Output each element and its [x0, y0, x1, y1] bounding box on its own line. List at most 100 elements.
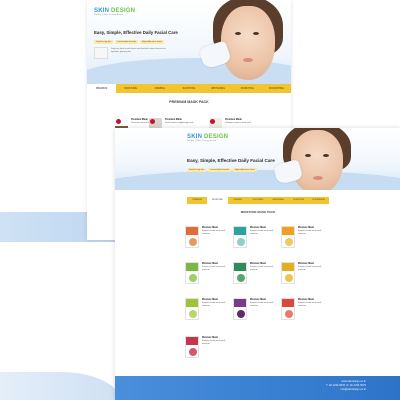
- page-moisture: SKIN DESIGN Simply | Skin Caring Brand E…: [115, 128, 400, 400]
- brand-logo[interactable]: SKIN DESIGN Simply | Skin Caring Brand: [94, 8, 135, 16]
- product-name: Premium Mask: [131, 118, 148, 121]
- lips: [313, 176, 323, 180]
- tab-premium[interactable]: PREMIUM: [87, 84, 117, 93]
- tab-premium[interactable]: PREMIUM: [187, 197, 208, 204]
- tab-nourishing[interactable]: NOURISHING: [261, 84, 291, 93]
- tab-moisture[interactable]: MOISTURE: [116, 84, 146, 93]
- product-info: Moisture Mask Essence facial mask pack, m…: [202, 337, 232, 346]
- hero-description: Daily-use facial mask sheets enriched wi…: [111, 48, 166, 53]
- pack-art: [189, 310, 197, 318]
- product-pack-image: [233, 226, 247, 248]
- pack-badge: [150, 119, 155, 124]
- pack-art: [237, 274, 245, 282]
- pack-badge: [116, 119, 121, 124]
- product-info: Moisture Mask Essence facial mask pack, m…: [250, 299, 280, 308]
- product-info: Moisture Mask Essence facial mask pack, m…: [250, 227, 280, 236]
- hero-pills: Good for dry skin Low-irritation formula…: [187, 168, 257, 172]
- tab-firming[interactable]: FIRMING: [145, 84, 175, 93]
- face: [221, 6, 275, 80]
- brand-logo[interactable]: SKIN DESIGN Simply | Skin Caring Brand: [187, 134, 228, 142]
- pack-band: [282, 299, 294, 307]
- product-card[interactable]: Moisture Mask Essence facial mask pack, m…: [233, 262, 279, 286]
- product-pack-image: [281, 226, 295, 248]
- hero-pill: Low-irritation formula: [208, 168, 231, 172]
- product-name: Premium Mask: [165, 118, 182, 121]
- product-card[interactable]: Moisture Mask Essence facial mask pack, m…: [185, 336, 231, 360]
- pack-art: [237, 310, 245, 318]
- tab-moisture[interactable]: MOISTURE: [207, 197, 228, 204]
- product-desc: Pearl essence brightening mask: [165, 122, 194, 124]
- pack-band: [186, 263, 198, 271]
- product-info: Moisture Mask Essence facial mask pack, m…: [202, 299, 232, 308]
- hero-pill: Low-irritation formula: [115, 40, 138, 44]
- pack-art: [237, 238, 245, 246]
- viewport: SKIN DESIGN Simply | Skin Caring Brand E…: [0, 0, 400, 400]
- product-pack-image: [185, 298, 199, 320]
- logo-tagline: Simply | Skin Caring Brand: [187, 140, 217, 142]
- model-face-image: [272, 128, 357, 190]
- site-footer: www.skindesign.co.kr T. 02-1234-5678 | F…: [115, 376, 400, 400]
- background-wave-bottom: [0, 372, 120, 400]
- section-title: PREMIUM MASK PACK: [169, 100, 209, 104]
- pack-band: [186, 227, 198, 235]
- product-card[interactable]: Moisture Mask Essence facial mask pack, m…: [281, 262, 327, 286]
- category-nav: PREMIUM MOISTURE FIRMING SOOTHING WHITEN…: [87, 84, 291, 93]
- pack-band: [282, 263, 294, 271]
- pack-art: [285, 274, 293, 282]
- product-desc: Essence facial mask pack, moisture: [202, 230, 226, 235]
- product-desc: Essence facial mask pack, moisture: [202, 302, 226, 307]
- product-card[interactable]: Moisture Mask Essence facial mask pack, m…: [281, 226, 327, 250]
- product-thumb: [94, 47, 108, 59]
- footer-email[interactable]: info@skindesign.co.kr: [326, 388, 366, 392]
- tab-soothing[interactable]: SOOTHING: [174, 84, 204, 93]
- model-face-image: [198, 0, 291, 90]
- tab-purifying[interactable]: PURIFYING: [288, 197, 309, 204]
- product-desc: Essence facial mask pack, moisture: [298, 230, 322, 235]
- tab-whitening[interactable]: WHITENING: [203, 84, 233, 93]
- product-pack-image: [233, 262, 247, 284]
- section-title: MOISTURE MASK PACK: [240, 210, 276, 214]
- product-info: Moisture Mask Essence facial mask pack, m…: [202, 227, 232, 236]
- product-card[interactable]: Moisture Mask Essence facial mask pack, m…: [233, 226, 279, 250]
- lips: [243, 58, 253, 62]
- pack-art: [285, 310, 293, 318]
- pack-art: [285, 238, 293, 246]
- eye: [305, 154, 311, 157]
- pack-band: [186, 337, 198, 345]
- product-card[interactable]: Moisture Mask Essence facial mask pack, m…: [233, 298, 279, 322]
- tab-soothing[interactable]: SOOTHING: [247, 197, 269, 204]
- product-pack-image: [185, 262, 199, 284]
- product-desc: Essence facial mask pack, moisture: [202, 266, 226, 271]
- product-card[interactable]: Moisture Mask Essence facial mask pack, m…: [281, 298, 327, 322]
- hero-swoosh: [115, 170, 400, 190]
- product-card[interactable]: Moisture Mask Essence facial mask pack, m…: [185, 298, 231, 322]
- product-info: Moisture Mask Essence facial mask pack, m…: [202, 263, 232, 272]
- tab-whitening[interactable]: WHITENING: [268, 197, 289, 204]
- hero-banner: SKIN DESIGN Simply | Skin Caring Brand E…: [87, 0, 291, 90]
- pack-band: [186, 299, 198, 307]
- product-info: Moisture Mask Essence facial mask pack, m…: [298, 227, 328, 236]
- product-card[interactable]: Moisture Mask Essence facial mask pack, m…: [185, 262, 231, 286]
- tab-nourishing[interactable]: NOURISHING: [308, 197, 329, 204]
- eye: [253, 32, 259, 35]
- product-desc: Essence facial mask pack, moisture: [250, 302, 274, 307]
- product-info: Moisture Mask Essence facial mask pack, m…: [298, 263, 328, 272]
- product-desc: Essence facial mask pack, moisture: [298, 266, 322, 271]
- product-desc: Essence facial mask pack, moisture: [298, 302, 322, 307]
- logo-tagline: Simply | Skin Caring Brand: [94, 14, 124, 16]
- product-card[interactable]: Moisture Mask Essence facial mask pack, m…: [185, 226, 231, 250]
- hero-pill: High-adherence sheet: [139, 40, 164, 44]
- pack-badge: [210, 119, 215, 124]
- pack-band: [234, 263, 246, 271]
- tab-purifying[interactable]: PURIFYING: [232, 84, 262, 93]
- tab-firming[interactable]: FIRMING: [227, 197, 248, 204]
- product-pack-image: [185, 336, 199, 358]
- eye: [235, 32, 241, 35]
- product-desc: Essence facial mask pack, moisture: [202, 340, 226, 345]
- pack-art: [189, 274, 197, 282]
- footer-contact: www.skindesign.co.kr T. 02-1234-5678 | F…: [326, 380, 366, 392]
- product-desc: Essence facial mask pack, moisture: [250, 266, 274, 271]
- hero-pills: Good for dry skin Low-irritation formula…: [94, 40, 164, 44]
- product-info: Moisture Mask Essence facial mask pack, m…: [298, 299, 328, 308]
- product-info: Premium Mask Pearl essence brightening ma…: [165, 118, 199, 125]
